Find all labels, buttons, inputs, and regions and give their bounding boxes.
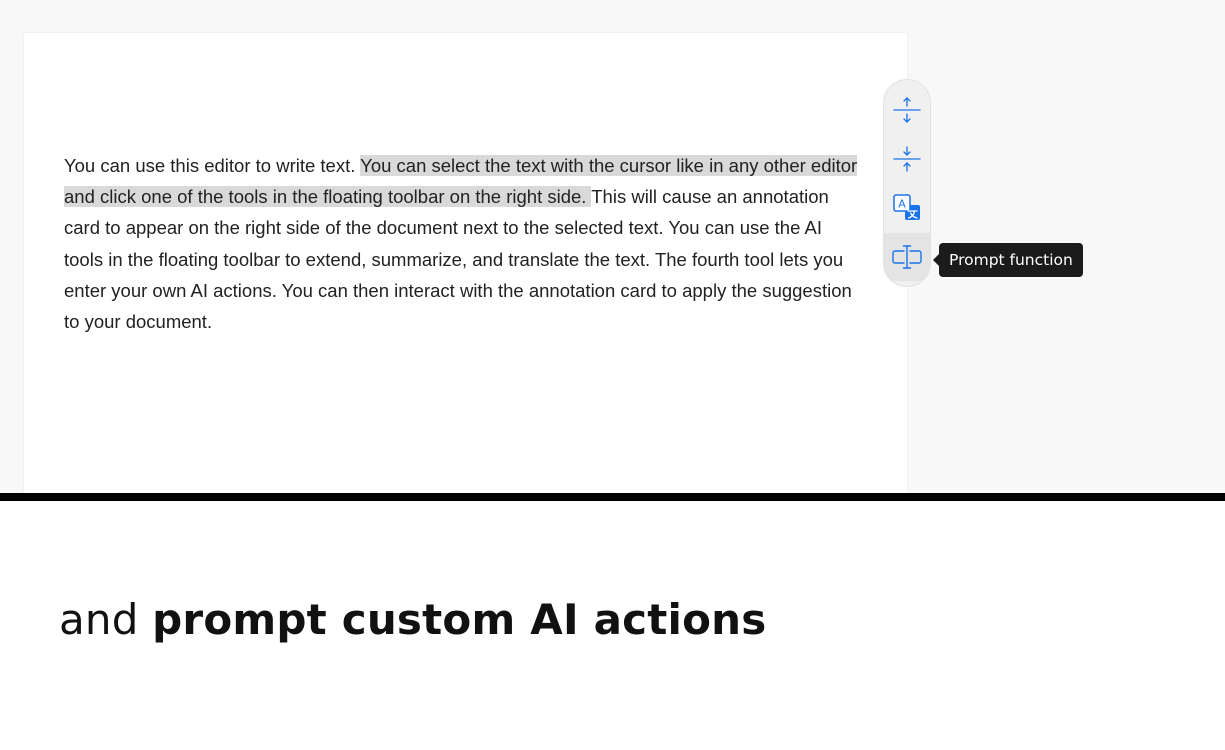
text-before-selection[interactable]: You can use this editor to write text. xyxy=(64,155,360,176)
feature-caption: and prompt custom AI actions xyxy=(59,592,766,648)
document-text[interactable]: You can use this editor to write text. Y… xyxy=(64,150,864,337)
floating-toolbar: A xyxy=(883,79,931,287)
expand-icon xyxy=(893,95,921,125)
prompt-function-button[interactable] xyxy=(884,233,930,281)
translate-text-button[interactable]: A xyxy=(884,184,930,232)
svg-text:A: A xyxy=(898,198,906,211)
summarize-text-button[interactable] xyxy=(884,135,930,183)
translate-icon: A xyxy=(892,193,922,223)
prompt-icon xyxy=(892,244,922,270)
caption-regular: and xyxy=(59,595,153,644)
caption-bold: prompt custom AI actions xyxy=(152,595,767,644)
text-after-selection[interactable]: This will cause an annotation card to ap… xyxy=(64,186,852,332)
document-page[interactable]: You can use this editor to write text. Y… xyxy=(24,33,907,493)
screen: You can use this editor to write text. Y… xyxy=(0,0,1225,750)
compress-icon xyxy=(893,144,921,174)
prompt-function-tooltip: Prompt function xyxy=(933,243,1083,277)
extend-text-button[interactable] xyxy=(884,86,930,134)
editor-area: You can use this editor to write text. Y… xyxy=(0,0,1225,493)
section-divider xyxy=(0,493,1225,501)
